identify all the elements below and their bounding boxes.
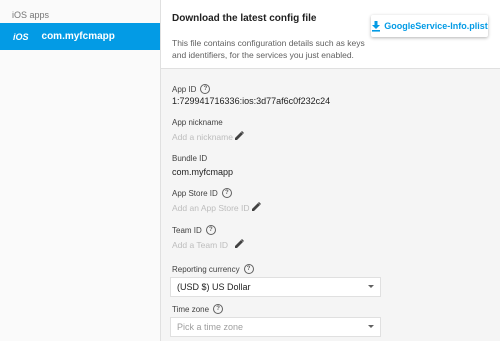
sidebar: iOS apps iOS com.myfcmapp [0,0,161,341]
help-icon[interactable]: ? [205,225,216,235]
team-id-placeholder[interactable]: Add a Team ID [172,240,228,250]
main-panel: Download the latest config file This fil… [161,0,500,341]
download-icon [372,20,381,32]
time-zone-placeholder: Pick a time zone [177,322,244,332]
app-nickname-label: App nickname [172,118,223,127]
app-details: App ID ? 1:729941716336:ios:3d77af6c0f23… [161,69,500,341]
sidebar-item-label: com.myfcmapp [41,31,115,42]
config-title: Download the latest config file [172,13,317,24]
help-icon[interactable]: ? [200,84,211,94]
time-zone-label: Time zone ? [172,304,224,314]
reporting-currency-select[interactable]: (USD $) US Dollar [170,277,381,297]
help-icon[interactable]: ? [243,264,254,274]
time-zone-select[interactable]: Pick a time zone [170,317,381,337]
app-store-id-label: App Store ID ? [172,188,232,198]
app-store-id-placeholder[interactable]: Add an App Store ID [172,203,250,213]
app-nickname-placeholder[interactable]: Add a nickname [172,132,233,142]
ios-badge: iOS [13,31,29,42]
team-id-label-text: Team ID [172,225,202,235]
app-id-label: App ID ? [172,84,211,94]
app-store-id-label-text: App Store ID [172,188,218,198]
chevron-down-icon [368,325,374,328]
reporting-currency-value: (USD $) US Dollar [177,282,251,292]
app-nickname-label-text: App nickname [172,118,223,127]
bundle-id-label: Bundle ID [172,154,207,163]
chevron-down-icon [368,285,374,288]
team-id-label: Team ID ? [172,225,216,235]
reporting-currency-label-text: Reporting currency [172,264,240,274]
help-icon[interactable]: ? [221,188,232,198]
app-id-value: 1:729941716336:ios:3d77af6c0f232c24 [172,96,331,106]
download-config-button[interactable]: GoogleService-Info.plist [371,15,488,37]
pencil-icon[interactable] [234,130,245,141]
download-config-label: GoogleService-Info.plist [384,21,488,31]
sidebar-item-com-myfcmapp[interactable]: iOS com.myfcmapp [0,23,160,50]
config-card: Download the latest config file This fil… [161,0,500,69]
pencil-icon[interactable] [251,201,262,212]
reporting-currency-label: Reporting currency ? [172,264,254,274]
bundle-id-value: com.myfcmapp [172,167,234,177]
sidebar-heading: iOS apps [12,10,50,20]
bundle-id-label-text: Bundle ID [172,154,208,163]
help-icon[interactable]: ? [213,304,224,314]
app-id-label-text: App ID [172,84,197,94]
pencil-icon[interactable] [234,238,245,249]
time-zone-label-text: Time zone [172,304,210,314]
config-description: This file contains configuration details… [172,38,365,60]
